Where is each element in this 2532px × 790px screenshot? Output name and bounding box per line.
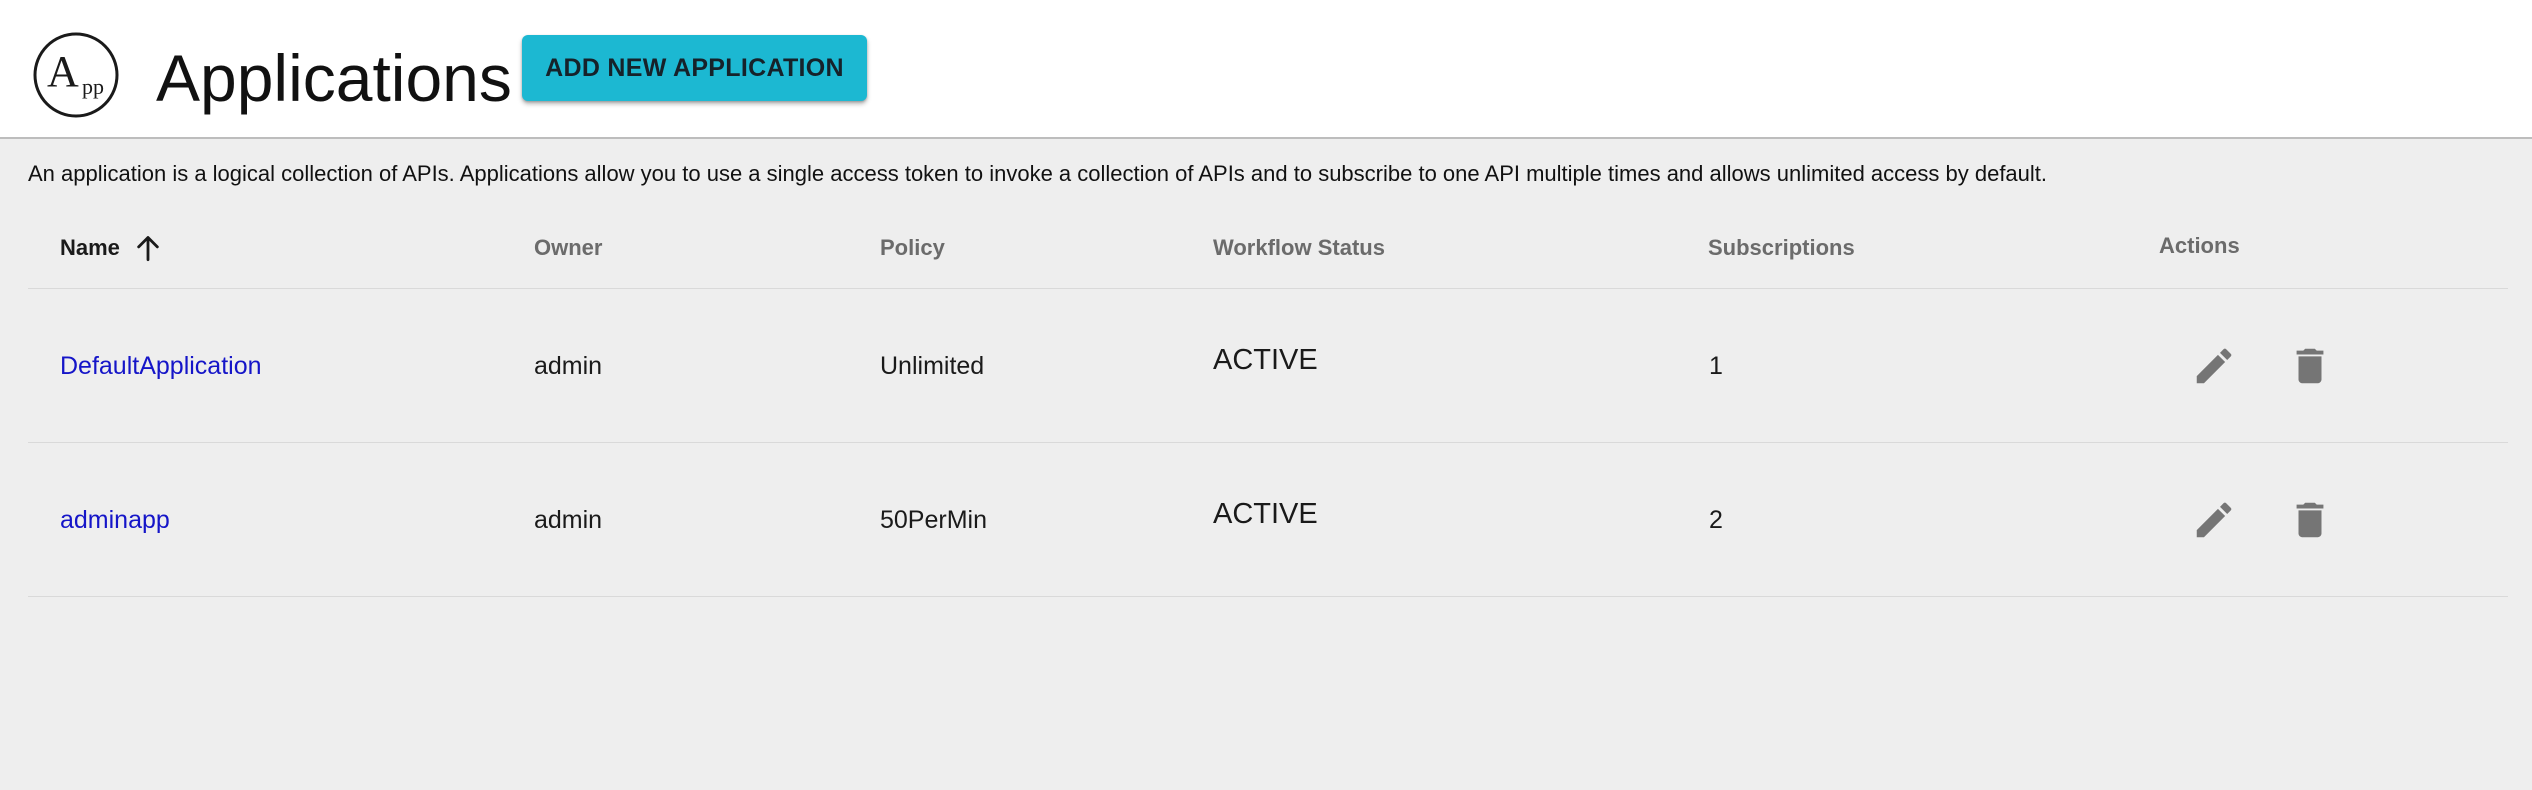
column-header-policy[interactable]: Policy <box>880 226 945 270</box>
table-row: DefaultApplication admin Unlimited ACTIV… <box>28 289 2508 443</box>
cell-policy: 50PerMin <box>880 505 987 534</box>
column-header-name-label: Name <box>60 235 120 260</box>
edit-button[interactable] <box>2186 338 2242 394</box>
column-header-owner[interactable]: Owner <box>534 226 602 270</box>
delete-button[interactable] <box>2282 492 2338 548</box>
column-header-subscriptions[interactable]: Subscriptions <box>1708 226 1855 270</box>
cell-workflow-status: ACTIVE <box>1213 343 1318 376</box>
arrow-up-icon <box>137 236 159 262</box>
edit-button[interactable] <box>2186 492 2242 548</box>
cell-subscriptions: 2 <box>1709 505 1723 534</box>
page-header: A pp Applications ADD NEW APPLICATION <box>0 0 2532 139</box>
application-link[interactable]: adminapp <box>60 506 170 535</box>
page-title: Applications <box>156 41 512 115</box>
add-new-application-button[interactable]: ADD NEW APPLICATION <box>522 35 867 101</box>
edit-icon <box>2196 502 2232 537</box>
applications-table: Name Owner Policy Workflow Status Subscr… <box>28 206 2508 597</box>
cell-policy: Unlimited <box>880 351 985 380</box>
cell-name: DefaultApplication <box>60 289 262 443</box>
table-row: adminapp admin 50PerMin ACTIVE 2 <box>28 443 2508 597</box>
column-header-name[interactable]: Name <box>60 226 162 270</box>
cell-subscriptions: 1 <box>1709 351 1723 380</box>
svg-text:pp: pp <box>82 74 104 99</box>
cell-owner: admin <box>534 351 603 380</box>
delete-button[interactable] <box>2282 338 2338 394</box>
column-header-workflow-status[interactable]: Workflow Status <box>1213 226 1385 270</box>
application-link[interactable]: DefaultApplication <box>60 352 262 381</box>
delete-icon <box>2296 348 2324 383</box>
edit-icon <box>2196 348 2232 383</box>
column-header-actions: Actions <box>2159 233 2240 258</box>
table-header-row: Name Owner Policy Workflow Status Subscr… <box>28 206 2508 289</box>
svg-text:A: A <box>47 47 79 96</box>
delete-icon <box>2296 502 2324 537</box>
cell-workflow-status: ACTIVE <box>1213 497 1318 530</box>
cell-name: adminapp <box>60 443 170 597</box>
app-logo: A pp <box>33 32 119 118</box>
cell-owner: admin <box>534 505 603 534</box>
page-description: An application is a logical collection o… <box>28 161 2048 186</box>
